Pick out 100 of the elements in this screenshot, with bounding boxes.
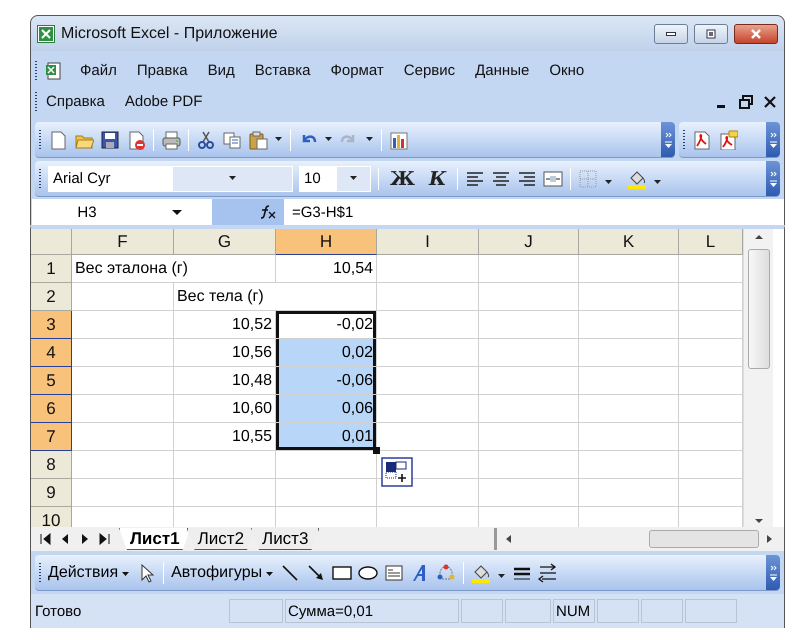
status-panel	[597, 599, 639, 623]
scroll-thumb[interactable]	[748, 249, 770, 369]
last-sheet-icon[interactable]	[99, 532, 111, 546]
toolbar-options-button[interactable]	[661, 122, 675, 157]
excel-icon	[37, 24, 55, 42]
bold-button[interactable]: Ж	[386, 168, 419, 190]
overflow-chevron-icon	[664, 130, 672, 149]
status-text: Готово	[35, 602, 82, 620]
status-panel	[641, 599, 683, 623]
menu-item[interactable]: Adobe PDF	[116, 90, 210, 113]
status-panel	[685, 599, 737, 623]
close-workbook-icon[interactable]	[762, 94, 778, 110]
column-header[interactable]: I	[377, 229, 479, 255]
pdf-comment-icon[interactable]	[718, 130, 738, 150]
table-cell: Вес эталона (г)	[72, 255, 276, 283]
sum-indicator: Сумма=0,01	[285, 599, 459, 623]
maximize-button[interactable]	[694, 24, 728, 44]
maximize-icon	[704, 28, 718, 40]
menu-item[interactable]: Данные	[467, 59, 538, 82]
line-icon[interactable]	[280, 562, 300, 582]
row-header[interactable]: 1	[31, 255, 72, 283]
pdf-icon[interactable]	[692, 130, 712, 150]
row-header[interactable]: 7	[31, 423, 72, 451]
menu-item[interactable]: Правка	[128, 59, 196, 82]
row-header[interactable]: 3	[31, 311, 72, 339]
function-icon[interactable]	[258, 204, 278, 220]
menu-item[interactable]: Окно	[541, 59, 592, 82]
menu-item[interactable]: Формат	[322, 59, 392, 82]
fill-color-icon[interactable]	[627, 168, 648, 188]
italic-button[interactable]: К	[424, 168, 450, 190]
actions-menu[interactable]: Действия	[48, 564, 130, 582]
copy-icon[interactable]	[222, 130, 242, 150]
toolbar-grip-icon	[35, 90, 38, 112]
print-icon[interactable]	[161, 130, 181, 150]
toolbar-options-button[interactable]	[766, 122, 780, 157]
overflow-chevron-icon	[768, 563, 778, 582]
table-cell: 0,01	[276, 423, 377, 451]
sheet-tab[interactable]: Лист1	[119, 528, 191, 550]
toolbar-grip-icon	[35, 60, 38, 82]
caret-icon	[349, 176, 358, 181]
minimize-icon	[666, 32, 676, 36]
table-cell: 0,06	[276, 395, 377, 423]
table-cell: 10,54	[276, 255, 377, 283]
first-sheet-icon[interactable]	[39, 532, 51, 546]
save-icon[interactable]	[100, 130, 120, 150]
row-header[interactable]: 10	[31, 507, 72, 527]
menu-item[interactable]: Вид	[200, 59, 243, 82]
close-button[interactable]	[734, 24, 778, 44]
scroll-thumb[interactable]	[649, 530, 759, 548]
row-header[interactable]: 2	[31, 283, 72, 311]
toolbar-options-button[interactable]	[766, 161, 780, 196]
column-header[interactable]: H	[276, 229, 377, 255]
cut-icon[interactable]	[196, 130, 216, 150]
fill-handle[interactable]	[373, 447, 380, 454]
caret-icon	[228, 176, 237, 181]
overflow-chevron-icon	[768, 169, 778, 188]
restore-workbook-icon[interactable]	[738, 94, 754, 110]
menu-item[interactable]: Сервис	[396, 59, 464, 82]
column-header[interactable]: J	[479, 229, 579, 255]
merge-center-icon[interactable]	[543, 168, 564, 188]
table-cell: -0,06	[276, 367, 377, 395]
autoshapes-menu[interactable]: Автофигуры	[171, 564, 274, 582]
font-name-field[interactable]: Arial Cyr	[48, 166, 293, 192]
table-cell: -0,02	[276, 311, 377, 339]
close-icon	[749, 28, 763, 40]
paste-options-icon[interactable]	[381, 457, 413, 487]
fill-color-icon[interactable]	[471, 562, 492, 582]
toolbar-grip-icon	[39, 562, 42, 584]
sheet-tab[interactable]: Лист3	[251, 528, 320, 550]
arrow-style-icon[interactable]	[538, 562, 558, 582]
toolbar-grip-icon	[39, 168, 42, 190]
status-panel	[505, 599, 551, 623]
status-panel	[229, 599, 283, 623]
menu-item[interactable]: Вставка	[246, 59, 318, 82]
overflow-chevron-icon	[768, 130, 778, 149]
name-box[interactable]: H3	[32, 199, 212, 225]
font-size-field[interactable]: 10	[299, 166, 371, 192]
status-panel	[461, 599, 503, 623]
paste-icon[interactable]	[248, 130, 268, 150]
row-header[interactable]: 9	[31, 479, 72, 507]
column-header[interactable]: G	[174, 229, 276, 255]
row-header[interactable]: 6	[31, 395, 72, 423]
formula-field[interactable]: =G3-H$1	[284, 199, 784, 225]
num-indicator: NUM	[553, 599, 595, 623]
row-header[interactable]: 5	[31, 367, 72, 395]
diagram-icon[interactable]	[436, 562, 456, 582]
column-header[interactable]: L	[679, 229, 743, 255]
minimize-button[interactable]	[654, 24, 688, 44]
row-header[interactable]: 4	[31, 339, 72, 367]
toolbar-grip-icon	[39, 128, 42, 150]
toolbar-grip-icon	[683, 128, 686, 150]
column-header[interactable]: K	[579, 229, 679, 255]
row-header[interactable]: 8	[31, 451, 72, 479]
menu-item[interactable]: Справка	[38, 90, 113, 113]
column-header[interactable]: F	[72, 229, 174, 255]
chart-icon[interactable]	[389, 130, 409, 150]
text-box-icon[interactable]	[384, 562, 404, 582]
menu-item[interactable]: Файл	[72, 59, 125, 82]
toolbar-options-button[interactable]	[766, 555, 780, 590]
window-title: Microsoft Excel - Приложение	[61, 24, 279, 42]
